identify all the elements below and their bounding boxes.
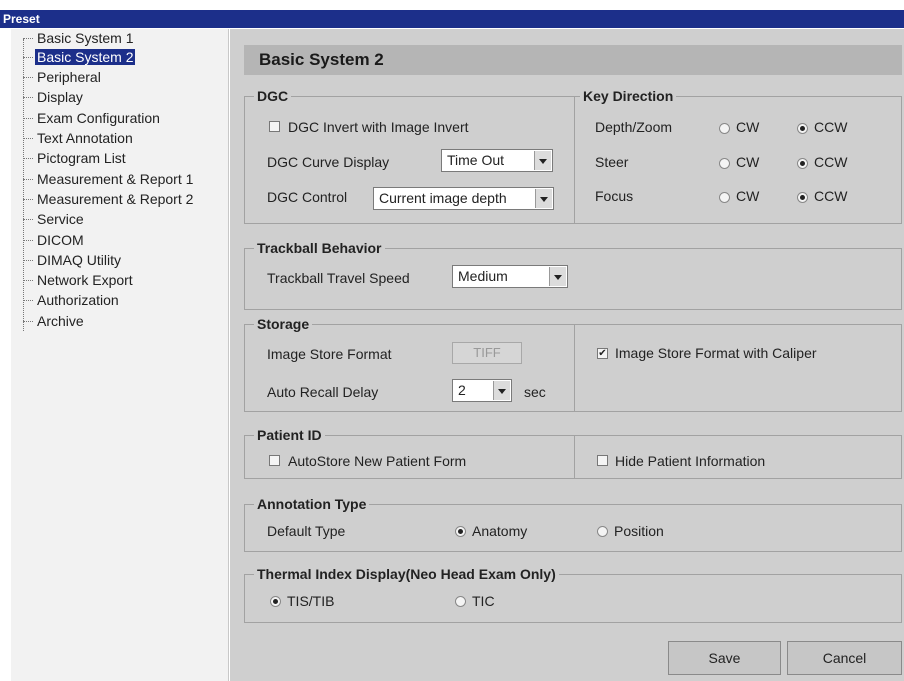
page-title: Basic System 2	[244, 45, 902, 75]
chevron-down-icon[interactable]	[534, 151, 551, 170]
save-button[interactable]: Save	[668, 641, 781, 675]
autostore-label: AutoStore New Patient Form	[288, 453, 467, 469]
dgc-control-select[interactable]: Current image depth	[373, 187, 554, 210]
caliper-checkbox[interactable]	[597, 348, 608, 359]
dgc-control-value: Current image depth	[379, 190, 507, 206]
caliper-label: Image Store Format with Caliper	[615, 345, 817, 361]
image-store-format-label: Image Store Format	[267, 346, 392, 362]
dgc-title: DGC	[254, 88, 292, 104]
tree-item-label: Pictogram List	[37, 150, 126, 166]
steer-ccw-radio[interactable]	[797, 158, 808, 169]
tis-tib-radio[interactable]	[270, 596, 281, 607]
dgc-curve-display-label: DGC Curve Display	[267, 154, 390, 170]
tree-item-service[interactable]: Service	[23, 210, 86, 228]
tree-item-basic-system-1[interactable]: Basic System 1	[23, 29, 135, 47]
focus-cw-radio[interactable]	[719, 192, 730, 203]
tree-item-label: Archive	[37, 313, 84, 329]
storage-title: Storage	[254, 316, 313, 332]
tree-item-display[interactable]: Display	[23, 88, 85, 106]
tree-item-label: Basic System 2	[35, 49, 136, 65]
cancel-button[interactable]: Cancel	[787, 641, 902, 675]
trackball-title: Trackball Behavior	[254, 240, 385, 256]
cw-label: CW	[736, 154, 760, 170]
preset-tree-panel: Basic System 1 Basic System 2 Peripheral…	[11, 29, 229, 681]
dgc-control-label: DGC Control	[267, 189, 348, 205]
key-direction-title: Key Direction	[580, 88, 677, 104]
dgc-curve-display-value: Time Out	[447, 152, 505, 168]
dgc-curve-display-select[interactable]: Time Out	[441, 149, 553, 172]
annotation-type-title: Annotation Type	[254, 496, 370, 512]
tree-item-label: Measurement & Report 2	[37, 191, 194, 207]
dgc-invert-checkbox[interactable]	[269, 121, 280, 132]
window-title-bar: Preset	[0, 10, 904, 28]
group-divider	[574, 97, 575, 223]
tree-item-label: DICOM	[37, 232, 84, 248]
tree-item-text-annotation[interactable]: Text Annotation	[23, 129, 135, 147]
tree-item-dimaq-utility[interactable]: DIMAQ Utility	[23, 251, 123, 269]
position-label: Position	[614, 523, 664, 539]
patient-id-title: Patient ID	[254, 427, 325, 443]
tree-item-label: DIMAQ Utility	[37, 252, 121, 268]
tree-item-measurement-report-1[interactable]: Measurement & Report 1	[23, 170, 195, 188]
anatomy-label: Anatomy	[472, 523, 528, 539]
key-direction-row-label: Focus	[595, 188, 634, 204]
position-radio[interactable]	[597, 526, 608, 537]
tree-item-label: Peripheral	[37, 69, 101, 85]
depth-zoom-ccw-radio[interactable]	[797, 123, 808, 134]
trackball-speed-select[interactable]: Medium	[452, 265, 568, 288]
tree-item-label: Measurement & Report 1	[37, 171, 194, 187]
auto-recall-delay-label: Auto Recall Delay	[267, 384, 379, 400]
chevron-down-icon[interactable]	[535, 189, 552, 208]
cw-label: CW	[736, 119, 760, 135]
key-direction-row-label: Depth/Zoom	[595, 119, 673, 135]
thermal-index-title: Thermal Index Display(Neo Head Exam Only…	[254, 566, 559, 582]
chevron-down-icon[interactable]	[549, 267, 566, 286]
tree-item-authorization[interactable]: Authorization	[23, 291, 121, 309]
group-divider	[574, 436, 575, 478]
hide-patient-info-checkbox[interactable]	[597, 455, 608, 466]
key-direction-row-label: Steer	[595, 154, 629, 170]
group-divider	[574, 325, 575, 411]
hide-patient-info-label: Hide Patient Information	[615, 453, 766, 469]
tree-item-basic-system-2[interactable]: Basic System 2	[23, 48, 136, 66]
dgc-invert-label: DGC Invert with Image Invert	[288, 119, 469, 135]
tree-item-exam-configuration[interactable]: Exam Configuration	[23, 109, 162, 127]
settings-panel: Basic System 2 DGC Key Direction DGC Inv…	[230, 29, 904, 681]
chevron-down-icon[interactable]	[493, 381, 510, 400]
tree-item-measurement-report-2[interactable]: Measurement & Report 2	[23, 190, 195, 208]
tree-item-peripheral[interactable]: Peripheral	[23, 68, 103, 86]
depth-zoom-cw-radio[interactable]	[719, 123, 730, 134]
autostore-checkbox[interactable]	[269, 455, 280, 466]
tic-radio[interactable]	[455, 596, 466, 607]
tree-item-label: Network Export	[37, 272, 133, 288]
ccw-label: CCW	[814, 188, 848, 204]
tree-item-network-export[interactable]: Network Export	[23, 271, 135, 289]
tree-item-archive[interactable]: Archive	[23, 312, 86, 330]
cw-label: CW	[736, 188, 760, 204]
tree-item-dicom[interactable]: DICOM	[23, 231, 86, 249]
trackball-speed-label: Trackball Travel Speed	[267, 270, 410, 286]
window-title: Preset	[3, 12, 40, 26]
image-store-format-field: TIFF	[452, 342, 522, 364]
anatomy-radio[interactable]	[455, 526, 466, 537]
tree-item-label: Service	[37, 211, 84, 227]
tis-tib-label: TIS/TIB	[287, 593, 335, 609]
trackball-speed-value: Medium	[458, 268, 508, 284]
auto-recall-delay-value: 2	[458, 382, 466, 398]
tic-label: TIC	[472, 593, 495, 609]
focus-ccw-radio[interactable]	[797, 192, 808, 203]
ccw-label: CCW	[814, 154, 848, 170]
tree-item-label: Text Annotation	[37, 130, 133, 146]
default-type-label: Default Type	[267, 523, 346, 539]
tree-item-label: Exam Configuration	[37, 110, 160, 126]
tree-item-label: Basic System 1	[37, 30, 134, 46]
tree-item-pictogram-list[interactable]: Pictogram List	[23, 149, 128, 167]
tree-item-label: Display	[37, 89, 83, 105]
steer-cw-radio[interactable]	[719, 158, 730, 169]
auto-recall-delay-unit: sec	[524, 384, 546, 400]
auto-recall-delay-select[interactable]: 2	[452, 379, 512, 402]
tree-item-label: Authorization	[37, 292, 119, 308]
ccw-label: CCW	[814, 119, 848, 135]
